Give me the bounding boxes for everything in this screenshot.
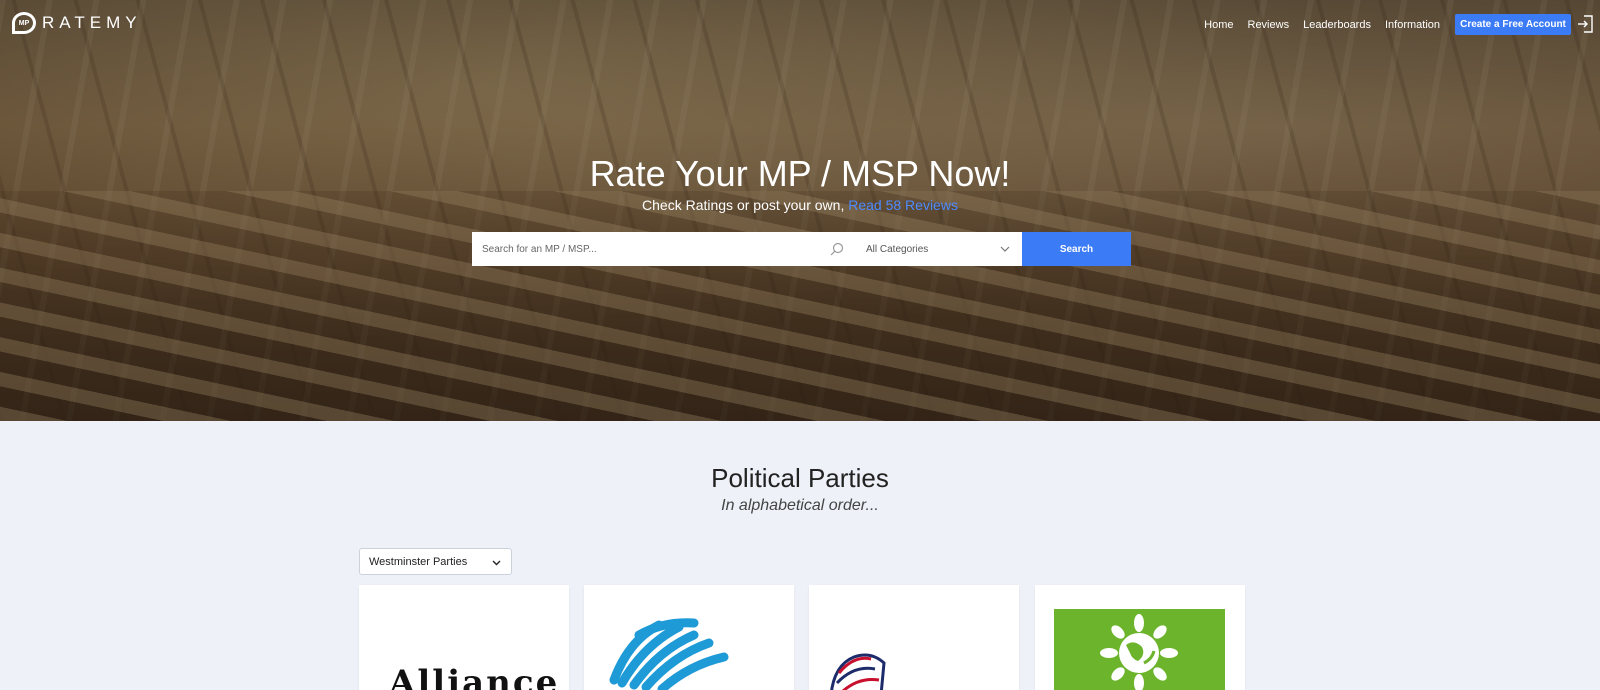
hero-title: Rate Your MP / MSP Now! bbox=[589, 153, 1011, 194]
party-card-green[interactable] bbox=[1035, 585, 1245, 690]
lion-logo-icon bbox=[830, 653, 886, 690]
green-party-logo bbox=[1054, 609, 1225, 690]
search-input[interactable] bbox=[472, 232, 822, 266]
nav-home-link[interactable]: Home bbox=[1204, 19, 1233, 31]
party-card-conservative[interactable] bbox=[584, 585, 794, 690]
login-icon[interactable] bbox=[1577, 15, 1593, 33]
section-subtitle: In alphabetical order... bbox=[721, 497, 879, 514]
read-reviews-link[interactable]: Read 58 Reviews bbox=[848, 197, 958, 213]
alliance-logo: Alliance bbox=[389, 663, 560, 690]
search-button[interactable]: Search bbox=[1022, 232, 1131, 266]
logo-badge-icon: MP bbox=[12, 12, 36, 34]
logo-text: RATEMY bbox=[42, 13, 142, 32]
chevron-down-icon bbox=[1000, 246, 1010, 252]
section-title: Political Parties bbox=[711, 463, 889, 493]
search-bar: All Categories bbox=[472, 232, 1022, 266]
party-card-ukip[interactable] bbox=[809, 585, 1019, 690]
chevron-down-icon bbox=[492, 560, 501, 566]
search-icon bbox=[830, 242, 844, 256]
hero-subtitle: Check Ratings or post your own, Read 58 … bbox=[642, 197, 958, 213]
party-card-alliance[interactable]: Alliance bbox=[359, 585, 569, 690]
nav-information-link[interactable]: Information bbox=[1385, 19, 1440, 31]
category-select[interactable]: All Categories bbox=[866, 232, 1022, 266]
conservative-logo-icon bbox=[609, 618, 729, 690]
earth-sunflower-icon bbox=[1100, 614, 1178, 690]
create-account-button[interactable]: Create a Free Account bbox=[1455, 14, 1571, 35]
nav-leaderboards-link[interactable]: Leaderboards bbox=[1303, 19, 1371, 31]
nav-reviews-link[interactable]: Reviews bbox=[1248, 19, 1290, 31]
nav-links: Home Reviews Leaderboards Information bbox=[1204, 19, 1440, 31]
party-filter-select[interactable]: Westminster Parties bbox=[359, 548, 512, 575]
site-logo[interactable]: MP RATEMY bbox=[12, 12, 142, 34]
top-nav: MP RATEMY Home Reviews Leaderboards Info… bbox=[0, 0, 1600, 48]
